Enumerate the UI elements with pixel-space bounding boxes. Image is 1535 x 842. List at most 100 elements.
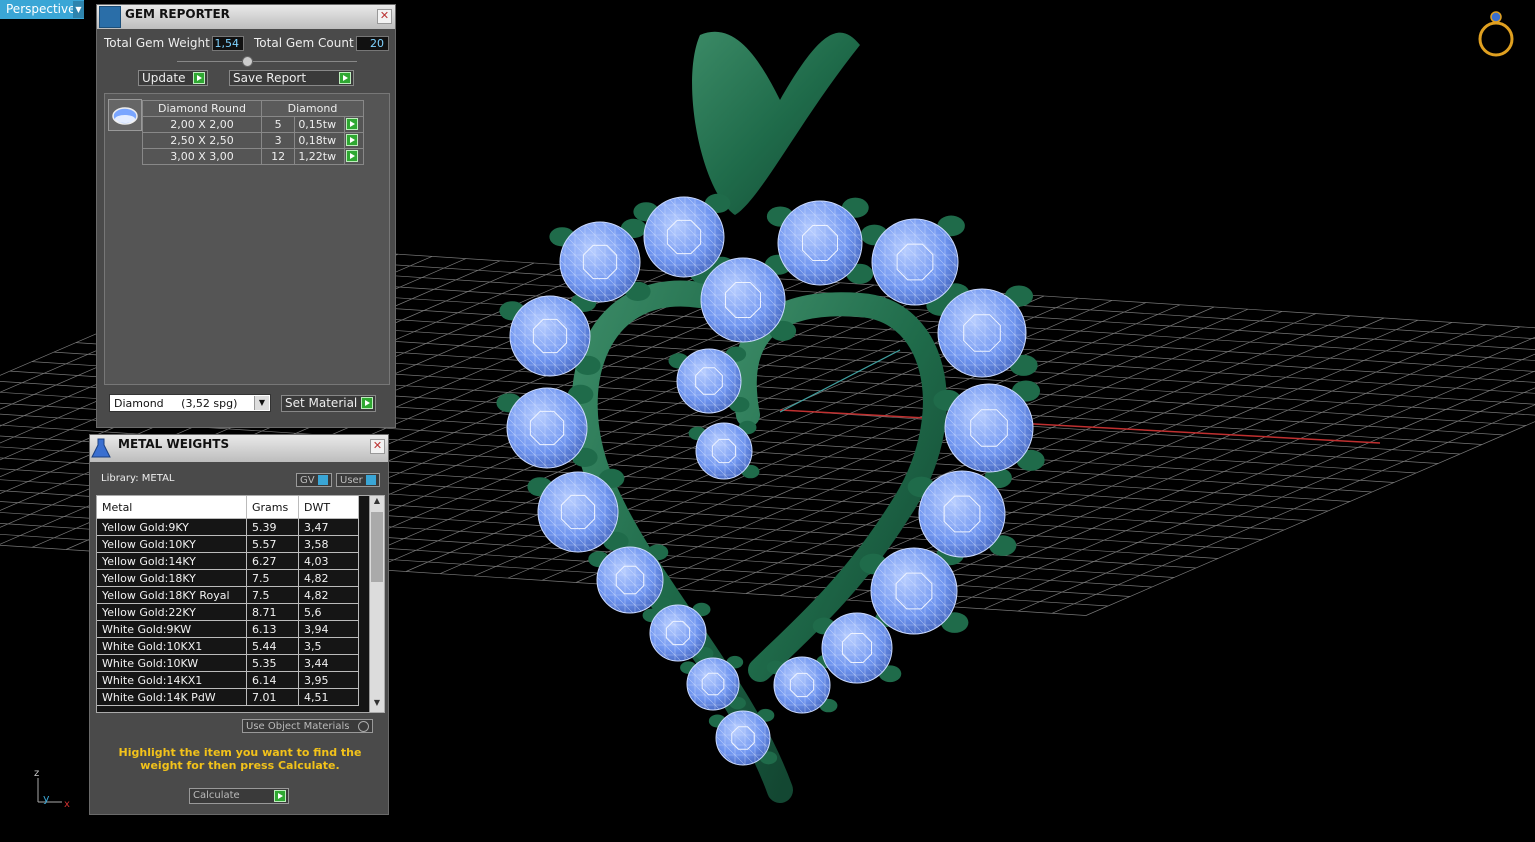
metal-table: Metal Grams DWT Yellow Gold:9KY 5.39 3,47 Y… <box>97 496 359 706</box>
gem-table: Diamond Round Diamond 2,00 X 2,00 5 0,15… <box>142 100 365 165</box>
metal-table-row[interactable]: Yellow Gold:18KY Royal 7.5 4,82 <box>97 586 359 604</box>
calculate-go-icon[interactable] <box>274 790 286 802</box>
gem-count: 3 <box>260 132 296 149</box>
splitter-line <box>177 61 357 62</box>
close-icon[interactable]: ✕ <box>377 9 392 24</box>
scroll-down-icon[interactable]: ▼ <box>370 698 384 712</box>
gem-count: 12 <box>260 148 296 165</box>
gemstones[interactable] <box>506 196 1034 766</box>
metal-grams: 6.13 <box>246 620 299 638</box>
metal-table-row[interactable]: Yellow Gold:18KY 7.5 4,82 <box>97 569 359 587</box>
total-gem-count-value: 20 <box>356 36 389 51</box>
metal-grams: 8.71 <box>246 603 299 621</box>
row-go-icon[interactable] <box>345 118 358 130</box>
gem-table-row[interactable]: 2,50 X 2,50 3 0,18tw <box>142 132 365 149</box>
gem-mesh <box>538 472 618 552</box>
metal-dwt: 4,82 <box>298 586 359 604</box>
diamond-shape-icon[interactable] <box>108 99 142 131</box>
scroll-thumb[interactable] <box>371 512 383 582</box>
gem-mesh <box>822 613 892 683</box>
metal-dwt: 3,5 <box>298 637 359 655</box>
metal-name: Yellow Gold:18KY <box>97 569 247 587</box>
set-material-label: Set Material <box>285 396 358 410</box>
metal-table-row[interactable]: Yellow Gold:22KY 8.71 5,6 <box>97 603 359 621</box>
grams-column-header[interactable]: Grams <box>246 496 299 519</box>
gem-table-header-material: Diamond <box>261 100 364 117</box>
row-go-icon[interactable] <box>345 150 358 162</box>
gem-row-go[interactable] <box>343 148 365 165</box>
metal-table-row[interactable]: White Gold:9KW 6.13 3,94 <box>97 620 359 638</box>
user-info-icon[interactable] <box>366 475 376 485</box>
gem-mesh <box>871 548 957 634</box>
metal-table-row[interactable]: White Gold:10KW 5.35 3,44 <box>97 654 359 672</box>
metal-grams: 5.57 <box>246 535 299 553</box>
viewport-mode-label[interactable]: Perspective <box>0 0 84 19</box>
use-object-materials-toggle[interactable]: Use Object Materials <box>242 719 373 733</box>
gem-mesh <box>938 289 1026 377</box>
gem-reporter-app-icon <box>99 6 121 28</box>
gem-table-row[interactable]: 2,00 X 2,00 5 0,15tw <box>142 116 365 133</box>
update-go-icon[interactable] <box>193 72 205 84</box>
chevron-down-icon[interactable]: ▼ <box>254 396 269 410</box>
metal-table-row[interactable]: Yellow Gold:14KY 6.27 4,03 <box>97 552 359 570</box>
axis-y-label: y <box>43 792 50 805</box>
metal-list-scrollbar[interactable]: ▲ ▼ <box>369 496 384 712</box>
metal-table-row[interactable]: White Gold:10KX1 5.44 3,5 <box>97 637 359 655</box>
gem-mesh <box>778 201 862 285</box>
scroll-up-icon[interactable]: ▲ <box>370 496 384 510</box>
row-go-icon[interactable] <box>345 134 358 146</box>
gem-list-area: Diamond Round Diamond 2,00 X 2,00 5 0,15… <box>104 93 390 385</box>
gv-label: GV <box>300 475 315 486</box>
gem-reporter-panel: GEM REPORTER ✕ Total Gem Weight 1,54 Tot… <box>96 4 396 428</box>
splitter-handle[interactable] <box>242 56 253 67</box>
gem-mesh <box>644 197 724 277</box>
material-select-value: Diamond (3,52 spg) <box>114 397 238 410</box>
metal-weights-title: METAL WEIGHTS <box>118 437 230 451</box>
metal-dwt: 3,44 <box>298 654 359 672</box>
metal-column-header[interactable]: Metal <box>97 496 247 519</box>
save-report-button[interactable]: Save Report <box>229 70 354 86</box>
metal-dwt: 5,6 <box>298 603 359 621</box>
dwt-column-header[interactable]: DWT <box>298 496 359 519</box>
pendant-bail[interactable] <box>692 31 860 215</box>
metal-weights-titlebar[interactable]: METAL WEIGHTS ✕ <box>90 435 388 462</box>
metal-name: White Gold:9KW <box>97 620 247 638</box>
save-report-label: Save Report <box>233 71 307 85</box>
gem-mesh <box>560 222 640 302</box>
gem-mesh <box>507 388 587 468</box>
metal-grams: 5.44 <box>246 637 299 655</box>
gem-mesh <box>945 384 1033 472</box>
total-gem-count-label: Total Gem Count <box>254 36 354 50</box>
metal-grams: 7.01 <box>246 688 299 706</box>
material-select[interactable]: Diamond (3,52 spg) ▼ <box>109 394 271 412</box>
user-label: User <box>340 475 363 486</box>
metal-table-row[interactable]: Yellow Gold:9KY 5.39 3,47 <box>97 518 359 536</box>
metal-grams: 7.5 <box>246 586 299 604</box>
gem-mesh <box>872 219 958 305</box>
metal-table-row[interactable]: Yellow Gold:10KY 5.57 3,58 <box>97 535 359 553</box>
metal-grams: 6.14 <box>246 671 299 689</box>
viewport-dropdown-icon[interactable]: ▼ <box>73 1 84 18</box>
metal-name: Yellow Gold:22KY <box>97 603 247 621</box>
save-report-go-icon[interactable] <box>339 72 351 84</box>
gem-reporter-titlebar[interactable]: GEM REPORTER ✕ <box>97 5 395 29</box>
gem-mesh <box>696 423 752 479</box>
gem-size: 3,00 X 3,00 <box>142 148 262 165</box>
instruction-text: Highlight the item you want to find the … <box>118 746 362 772</box>
metal-table-row[interactable]: White Gold:14K PdW 7.01 4,51 <box>97 688 359 706</box>
radio-icon[interactable] <box>358 721 369 732</box>
total-gem-weight-value: 1,54 <box>212 36 244 51</box>
close-icon[interactable]: ✕ <box>370 439 385 454</box>
set-material-go-icon[interactable] <box>361 397 373 409</box>
metal-name: Yellow Gold:10KY <box>97 535 247 553</box>
metal-table-row[interactable]: White Gold:14KX1 6.14 3,95 <box>97 671 359 689</box>
metal-dwt: 3,47 <box>298 518 359 536</box>
gv-info-icon[interactable] <box>318 475 328 485</box>
gem-reporter-title: GEM REPORTER <box>125 7 230 21</box>
gem-table-row[interactable]: 3,00 X 3,00 12 1,22tw <box>142 148 365 165</box>
gem-row-go[interactable] <box>343 116 365 133</box>
metal-dwt: 3,94 <box>298 620 359 638</box>
metal-list[interactable]: Metal Grams DWT Yellow Gold:9KY 5.39 3,47 Y… <box>96 495 385 713</box>
ring-icon[interactable] <box>1478 11 1514 57</box>
gem-row-go[interactable] <box>343 132 365 149</box>
